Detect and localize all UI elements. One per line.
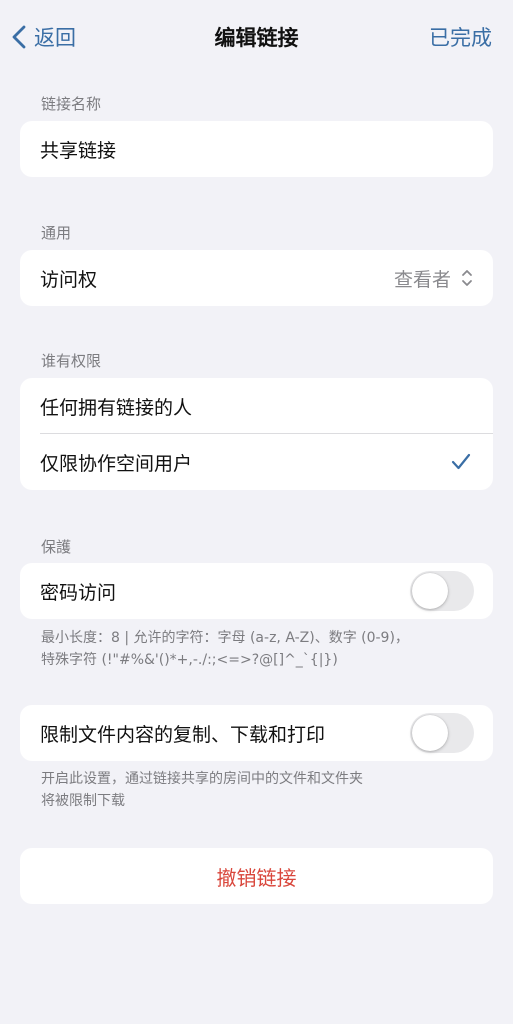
protection-section-header: 保護 <box>41 538 72 556</box>
toggle-knob <box>412 715 448 751</box>
link-name-field[interactable]: 共享链接 <box>20 121 493 177</box>
who-has-access-section-header: 谁有权限 <box>41 352 102 370</box>
password-access-label: 密码访问 <box>40 581 117 604</box>
toggle-knob <box>412 573 448 609</box>
restrict-content-label: 限制文件内容的复制、下载和打印 <box>40 723 326 746</box>
restrict-content-row: 限制文件内容的复制、下载和打印 <box>20 705 493 761</box>
checkmark-icon <box>451 434 471 490</box>
done-button[interactable]: 已完成 <box>429 22 492 52</box>
access-permission-label: 访问权 <box>40 268 98 291</box>
password-rules-note: 最小长度：8 | 允许的字符：字母 (a-z, A-Z)、数字 (0-9)， 特… <box>41 627 481 671</box>
restrict-note: 开启此设置，通过链接共享的房间中的文件和文件夹 将被限制下载 <box>41 768 481 812</box>
link-name-section-header: 链接名称 <box>41 95 102 113</box>
restrict-content-toggle[interactable] <box>410 713 474 753</box>
general-card: 访问权 查看者 <box>20 250 493 306</box>
revoke-card: 撤销链接 <box>20 848 493 904</box>
revoke-link-button[interactable]: 撤销链接 <box>20 848 493 904</box>
protection-card: 密码访问 <box>20 563 493 619</box>
navigation-bar: 返回 编辑链接 已完成 <box>0 0 513 72</box>
restrict-note-line: 开启此设置，通过链接共享的房间中的文件和文件夹 <box>41 771 363 787</box>
restrict-note-line: 将被限制下载 <box>41 793 125 809</box>
permission-option-label: 任何拥有链接的人 <box>40 396 193 419</box>
password-rules-line: 特殊字符 (!"#%&'()*+,-./:;<=>?@[]^_`{|}) <box>41 652 338 668</box>
chevron-up-down-icon <box>462 270 472 286</box>
access-permission-row[interactable]: 访问权 查看者 <box>20 250 493 306</box>
permission-option-anyone[interactable]: 任何拥有链接的人 <box>20 378 493 434</box>
password-access-toggle[interactable] <box>410 571 474 611</box>
permission-option-space-users[interactable]: 仅限协作空间用户 <box>20 434 493 490</box>
restrict-card: 限制文件内容的复制、下载和打印 <box>20 705 493 761</box>
access-permission-selector[interactable]: 查看者 <box>394 250 473 306</box>
link-name-value: 共享链接 <box>40 139 117 162</box>
password-rules-line: 最小长度：8 | 允许的字符：字母 (a-z, A-Z)、数字 (0-9)， <box>41 630 409 646</box>
permission-option-label: 仅限协作空间用户 <box>40 452 193 475</box>
password-access-row: 密码访问 <box>20 563 493 619</box>
who-has-access-card: 任何拥有链接的人 仅限协作空间用户 <box>20 378 493 490</box>
access-permission-value: 查看者 <box>393 268 451 291</box>
general-section-header: 通用 <box>41 224 72 242</box>
link-name-card: 共享链接 <box>20 121 493 177</box>
